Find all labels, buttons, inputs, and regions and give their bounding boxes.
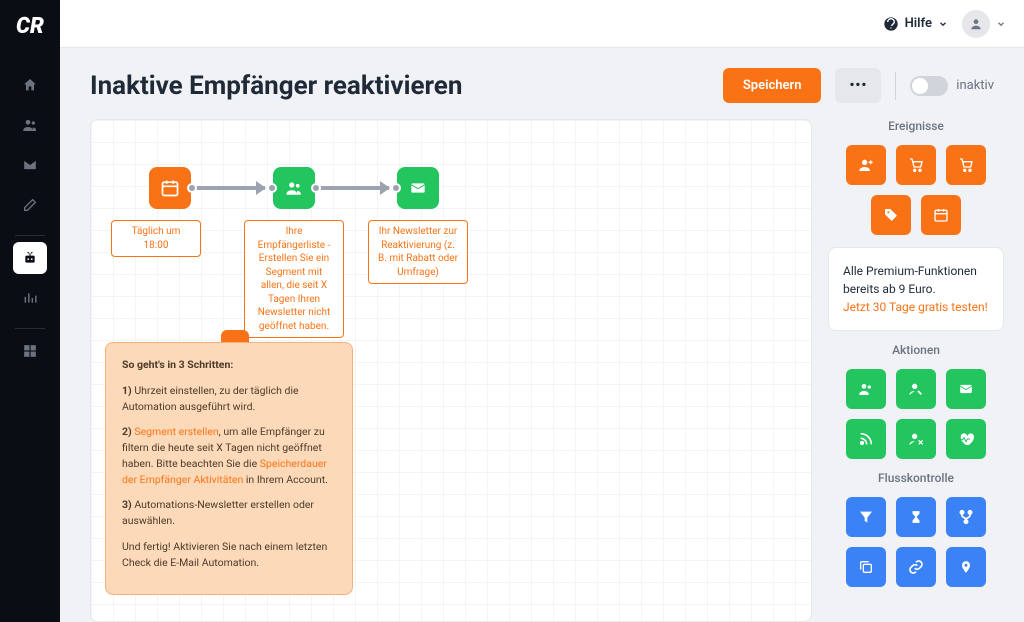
- flow-filter[interactable]: [846, 497, 886, 537]
- link-create-segment[interactable]: Segment erstellen: [134, 425, 218, 438]
- divider: [895, 72, 896, 100]
- instructions-box: So geht's in 3 Schritten: 1) Uhrzeit ein…: [105, 342, 353, 595]
- chevron-down-icon: [938, 19, 948, 29]
- nav-apps[interactable]: [13, 335, 47, 367]
- envelope-icon: [408, 180, 428, 196]
- help-label: Hilfe: [905, 16, 932, 31]
- nav-divider: [15, 235, 45, 236]
- node-label: Ihre Empfängerliste - Erstellen Sie ein …: [244, 220, 344, 338]
- connector: [317, 186, 389, 190]
- action-user-remove[interactable]: [896, 419, 936, 459]
- action-node-newsletter[interactable]: [397, 167, 439, 209]
- promo-link[interactable]: Jetzt 30 Tage gratis testen!: [843, 300, 988, 314]
- user-menu[interactable]: [962, 10, 1006, 38]
- action-user-edit[interactable]: [896, 369, 936, 409]
- more-button[interactable]: •••: [835, 68, 881, 103]
- calendar-icon: [160, 178, 180, 198]
- events-title: Ereignisse: [828, 119, 1004, 133]
- logo: CR: [16, 14, 44, 39]
- page-title: Inaktive Empfänger reaktivieren: [90, 71, 709, 101]
- event-cart[interactable]: [896, 145, 936, 185]
- flow-copy[interactable]: [846, 547, 886, 587]
- side-panel: Ereignisse Alle Premium-Funktionen berei…: [828, 119, 1004, 622]
- nav-divider-2: [15, 328, 45, 329]
- flow-marker[interactable]: [946, 547, 986, 587]
- actions-title: Aktionen: [828, 343, 1004, 357]
- event-tag[interactable]: [871, 195, 911, 235]
- flow-wait[interactable]: [896, 497, 936, 537]
- automation-canvas[interactable]: Täglich um 18:00 Ihre Empfängerliste - E…: [90, 119, 812, 622]
- nav-edit[interactable]: [13, 189, 47, 221]
- connector: [193, 186, 265, 190]
- help-icon: [883, 16, 899, 32]
- avatar: [962, 10, 990, 38]
- page-header: Inaktive Empfänger reaktivieren Speicher…: [60, 48, 1024, 119]
- sidebar: CR: [0, 0, 60, 622]
- nav-home[interactable]: [13, 69, 47, 101]
- promo-card: Alle Premium-Funktionen bereits ab 9 Eur…: [828, 247, 1004, 331]
- trigger-node-schedule[interactable]: [149, 167, 191, 209]
- status-label: inaktiv: [956, 78, 994, 93]
- action-heart[interactable]: [946, 419, 986, 459]
- nav-mail[interactable]: [13, 149, 47, 181]
- users-icon: [283, 179, 305, 197]
- nav-users[interactable]: [13, 109, 47, 141]
- event-cart-2[interactable]: [946, 145, 986, 185]
- node-label: Ihr Newsletter zur Reaktivierung (z. B. …: [368, 220, 468, 284]
- event-add-user[interactable]: [846, 145, 886, 185]
- action-rss[interactable]: [846, 419, 886, 459]
- filter-node-segment[interactable]: [273, 167, 315, 209]
- flow-branch[interactable]: [946, 497, 986, 537]
- nav-analytics[interactable]: [13, 282, 47, 314]
- save-button[interactable]: Speichern: [723, 68, 822, 103]
- action-mail[interactable]: [946, 369, 986, 409]
- node-label: Täglich um 18:00: [111, 220, 201, 257]
- topbar: Hilfe: [60, 0, 1024, 48]
- flow-link[interactable]: [896, 547, 936, 587]
- status-toggle[interactable]: [910, 76, 948, 96]
- action-segment[interactable]: [846, 369, 886, 409]
- event-schedule[interactable]: [921, 195, 961, 235]
- chevron-down-icon: [996, 19, 1006, 29]
- nav-automation[interactable]: [13, 242, 47, 274]
- help-button[interactable]: Hilfe: [883, 16, 948, 32]
- flow-title: Flusskontrolle: [828, 471, 1004, 485]
